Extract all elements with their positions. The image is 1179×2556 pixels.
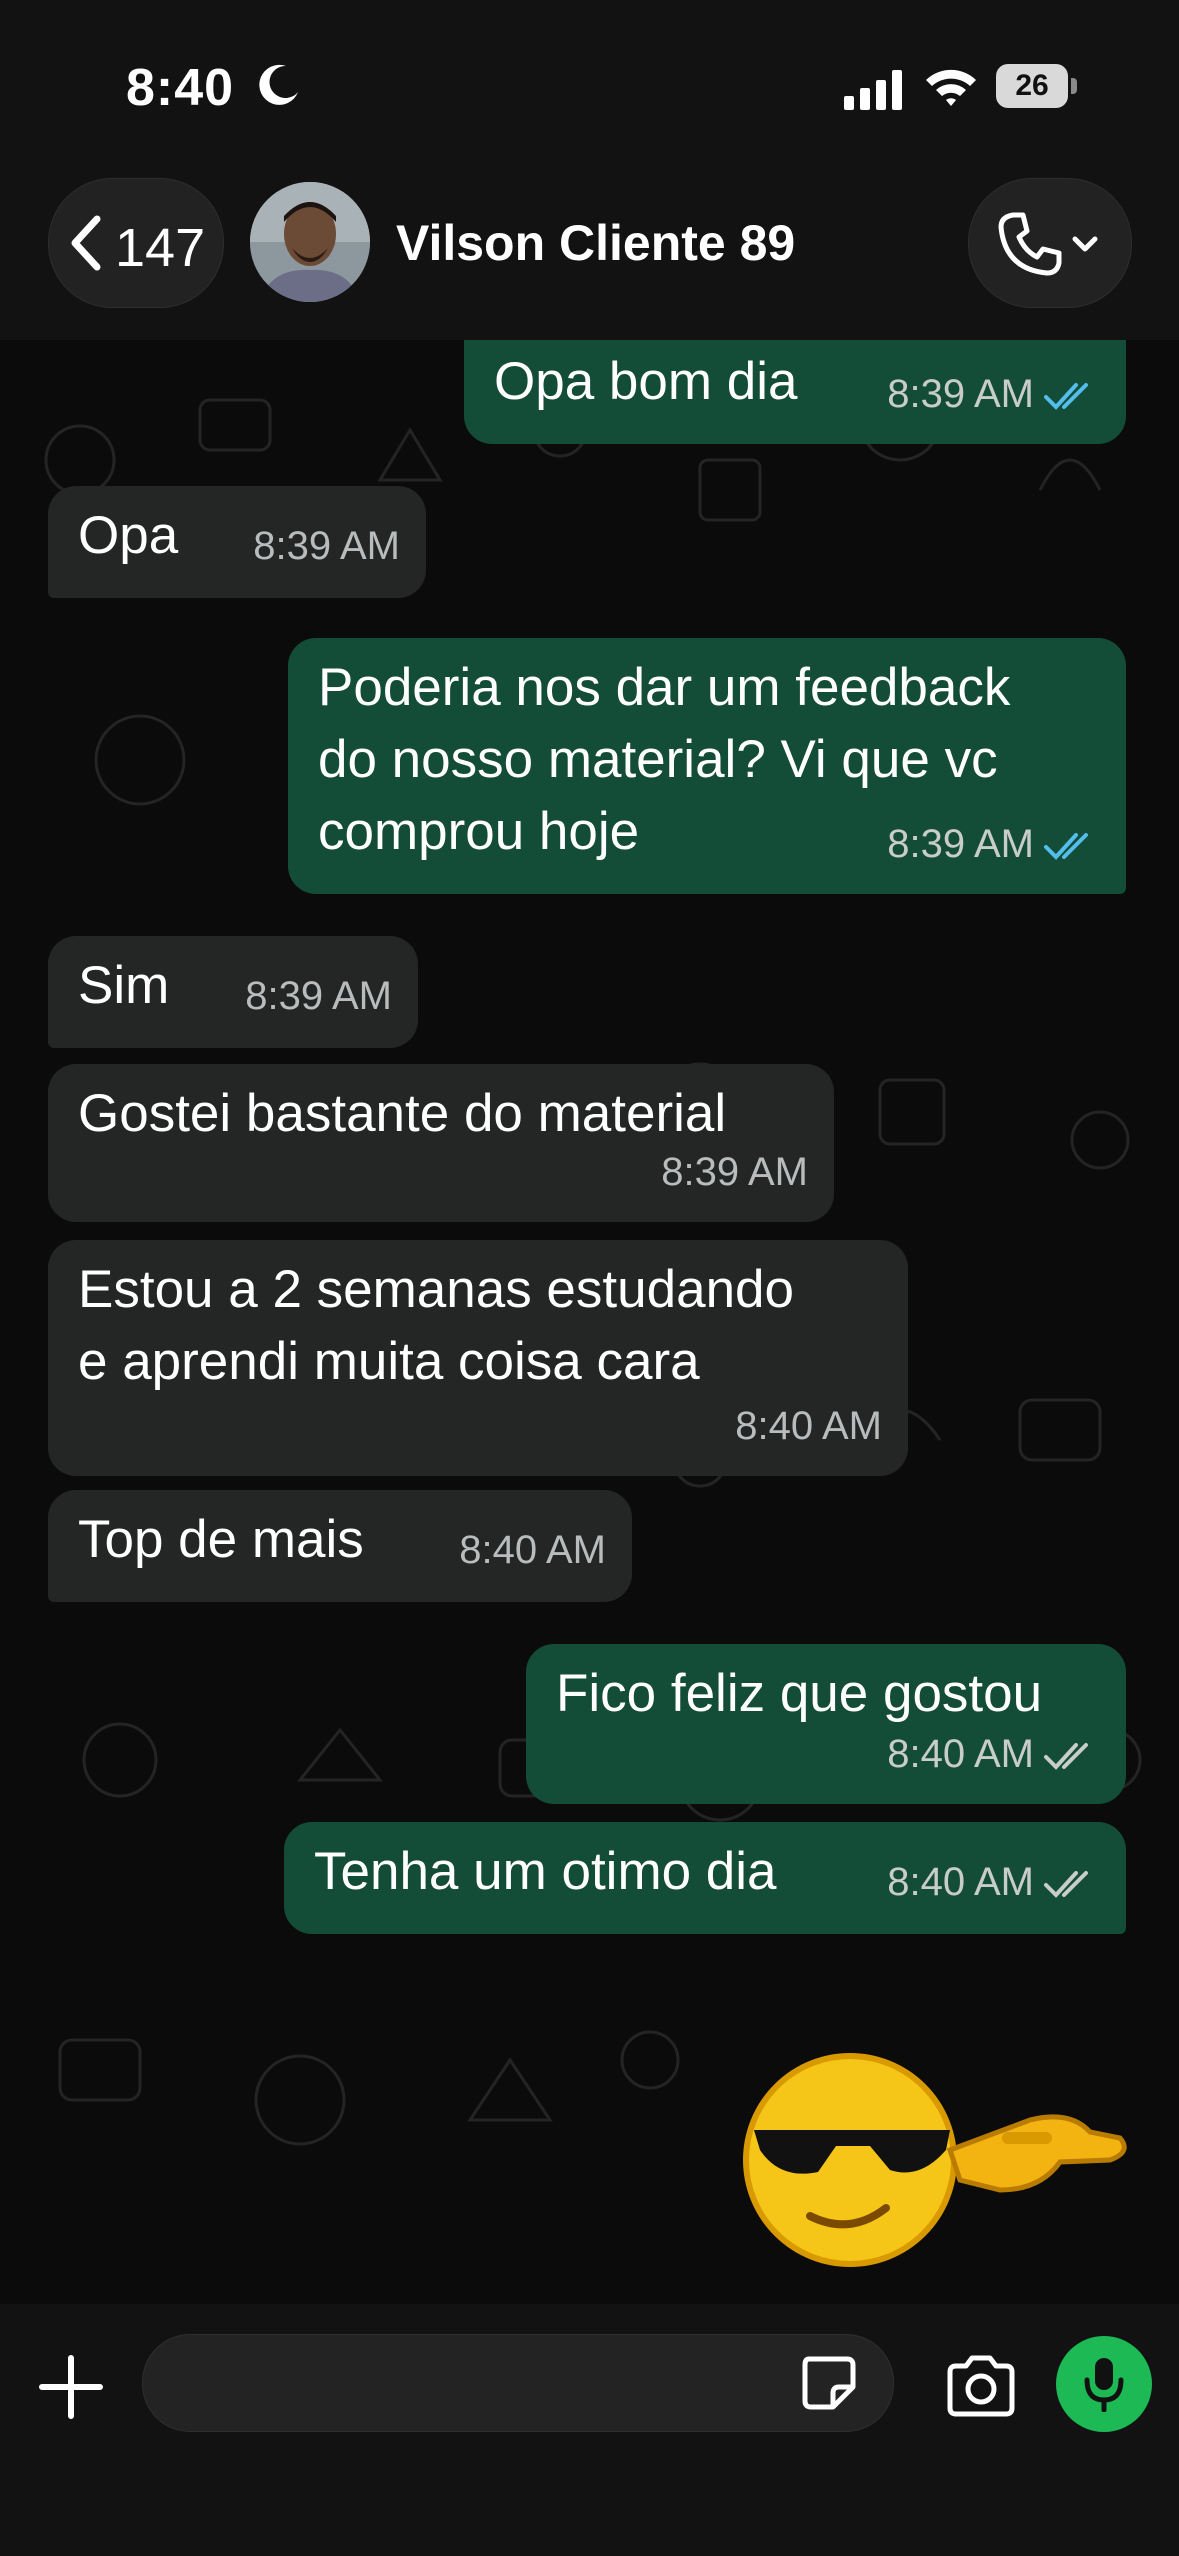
message-bubble-incoming[interactable]: Estou a 2 semanas estudando e aprendi mu… [48,1240,908,1476]
message-text: Opa bom dia [494,352,798,411]
read-receipt-icon [1044,833,1088,861]
battery-cap [1071,78,1077,94]
message-composer [0,2304,1179,2556]
message-meta: 8:40 AM [887,1718,1100,1790]
message-meta: 8:39 AM [887,808,1100,880]
phone-icon [998,212,1062,276]
message-text: Tenha um otimo dia [314,1842,777,1901]
message-time: 8:39 AM [887,372,1034,416]
message-bubble-incoming[interactable]: Opa 8:39 AM [48,486,426,598]
message-text: Opa [78,506,179,565]
message-time: 8:40 AM [887,1860,1034,1904]
message-time: 8:40 AM [887,1732,1034,1776]
read-receipt-icon [1044,383,1088,411]
message-bubble-outgoing[interactable]: Opa bom dia 8:39 AM [464,340,1126,444]
status-time: 8:40 [126,59,235,117]
message-text: Gostei bastante do material [78,1084,727,1143]
message-text: Estou a 2 semanas estudando e aprendi mu… [78,1260,794,1391]
message-bubble-outgoing[interactable]: Poderia nos dar um feedback do nosso mat… [288,638,1126,894]
contact-name[interactable]: Vilson Cliente 89 [396,214,795,272]
delivered-receipt-icon [1044,1871,1088,1899]
sticker-icon[interactable] [799,2353,857,2411]
back-button[interactable]: 147 [48,178,224,308]
wifi-icon [926,69,976,106]
status-bar: 8:40 26 [0,0,1179,170]
chat-header: 147 Vilson Cliente 89 [0,170,1179,340]
message-meta: 8:40 AM [887,1846,1100,1918]
plus-icon[interactable] [38,2354,104,2420]
microphone-icon [1084,2358,1124,2412]
chevron-down-icon [1072,236,1098,252]
message-list[interactable]: Opa bom dia 8:39 AM Opa 8:39 AM Poderia … [0,340,1179,2304]
call-button[interactable] [968,178,1132,308]
message-time: 8:39 AM [245,974,392,1018]
message-time: 8:40 AM [735,1404,882,1448]
message-time: 8:39 AM [661,1150,808,1194]
message-bubble-incoming[interactable]: Sim 8:39 AM [48,936,418,1048]
contact-avatar[interactable] [250,182,370,302]
battery-level: 26 [1015,69,1049,102]
unread-count: 147 [115,218,206,278]
avatar-photo [250,182,370,302]
message-bubble-incoming[interactable]: Gostei bastante do material 8:39 AM [48,1064,834,1222]
message-time: 8:39 AM [253,524,400,568]
message-time: 8:39 AM [887,822,1034,866]
message-bubble-outgoing[interactable]: Tenha um otimo dia 8:40 AM [284,1822,1126,1934]
delivered-receipt-icon [1044,1743,1088,1771]
cellular-signal-icon [844,70,902,110]
moon-icon [259,64,298,105]
message-bubble-outgoing[interactable]: Fico feliz que gostou 8:40 AM [526,1644,1126,1804]
message-bubble-incoming[interactable]: Top de mais 8:40 AM [48,1490,632,1602]
message-text: Sim [78,956,170,1015]
microphone-button[interactable] [1056,2336,1152,2432]
cool-sunglasses-emoji-sticker[interactable] [740,2040,1130,2270]
message-text: Top de mais [78,1510,364,1569]
chevron-left-icon [71,215,101,271]
message-time: 8:40 AM [459,1528,606,1572]
message-input[interactable] [142,2334,894,2432]
message-meta: 8:39 AM [887,358,1100,430]
camera-icon[interactable] [944,2354,1018,2418]
battery-icon: 26 [996,64,1078,108]
